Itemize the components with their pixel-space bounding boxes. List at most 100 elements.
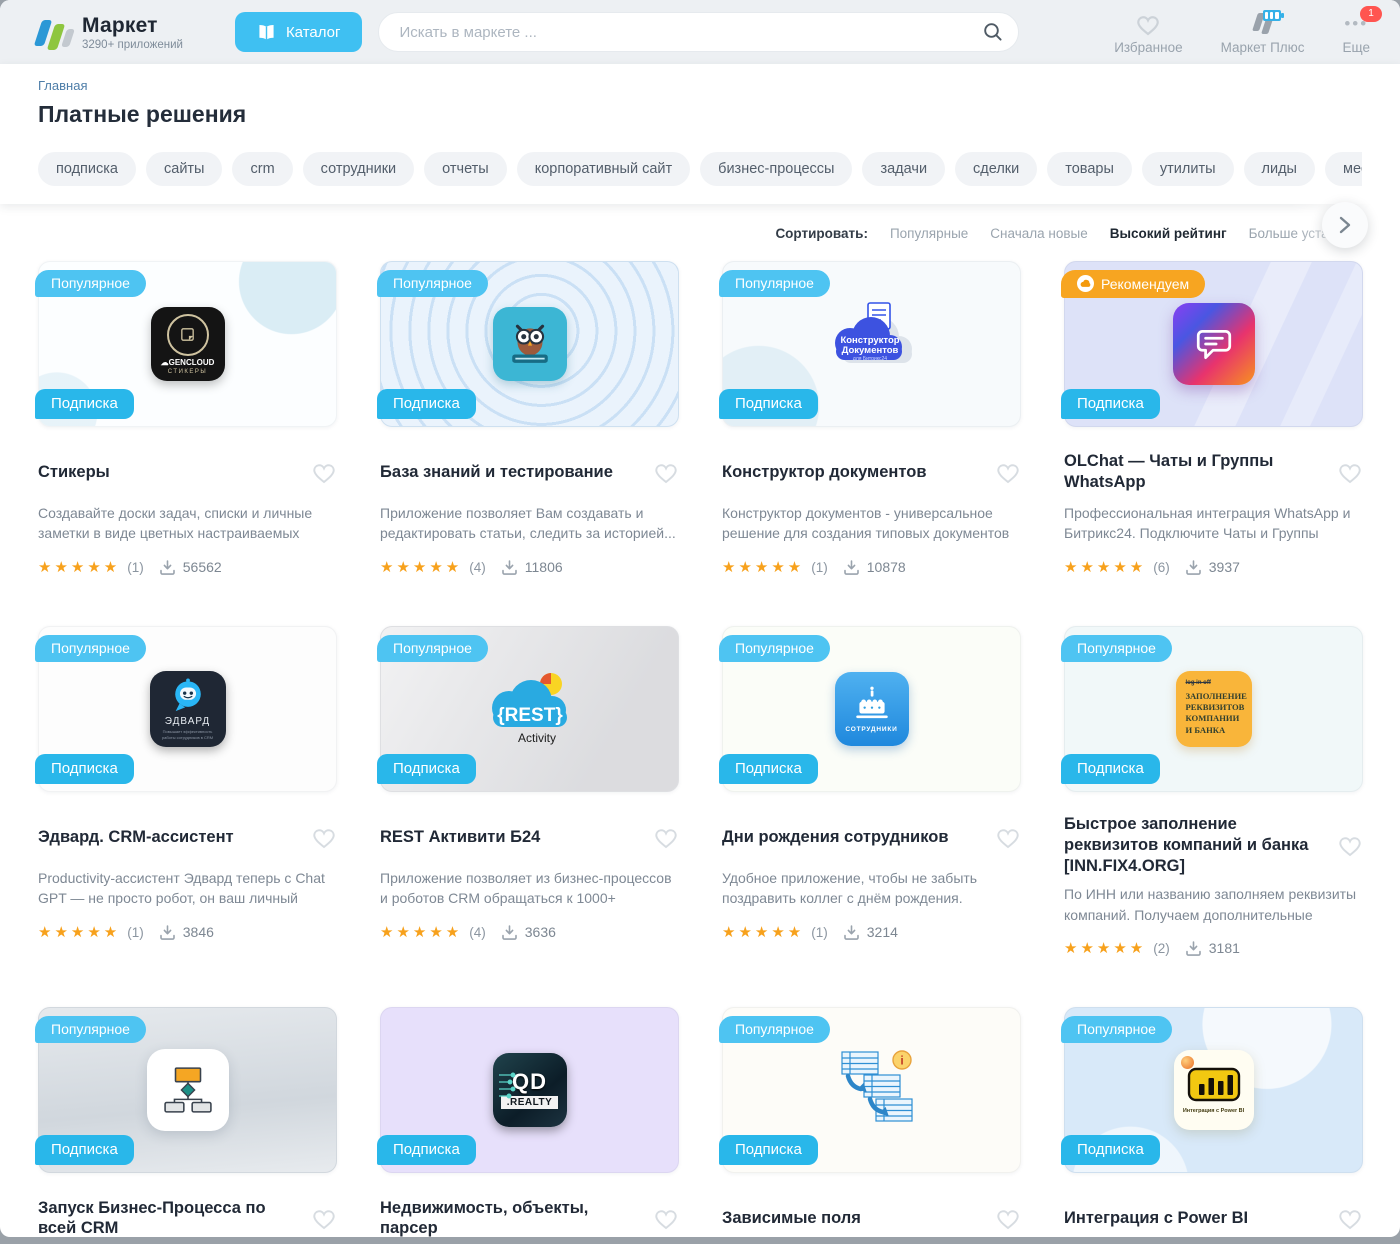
favorite-button[interactable]	[995, 824, 1021, 850]
heart-icon	[995, 460, 1021, 484]
notification-badge: 1	[1360, 6, 1382, 22]
promo-badge-label: Популярное	[735, 1021, 814, 1037]
favorite-button[interactable]	[653, 1205, 679, 1231]
breadcrumb[interactable]: Главная	[38, 78, 1362, 93]
header-nav-more[interactable]: •••Еще1	[1343, 10, 1370, 55]
app-description: Создавайте доски задач, списки и личные …	[38, 503, 337, 544]
popular-badge: Популярное	[35, 1016, 146, 1043]
search-input[interactable]	[378, 12, 1019, 52]
app-card[interactable]: QD.REALTY Подписка Недвижимость, объекты…	[380, 1007, 679, 1237]
filter-chip[interactable]: задачи	[862, 152, 945, 186]
favorite-button[interactable]	[653, 824, 679, 850]
search-icon[interactable]	[983, 22, 1003, 47]
filters-scroll-next-button[interactable]	[1322, 202, 1368, 248]
favorite-button[interactable]	[653, 459, 679, 485]
filter-chip[interactable]: лиды	[1244, 152, 1315, 186]
rating-count: (6)	[1153, 560, 1170, 575]
recommended-badge: Рекомендуем	[1061, 270, 1205, 298]
app-cover: КонструкторДокументовдля Битрикс24 Попул…	[722, 261, 1021, 427]
app-title: Быстрое заполнение реквизитов компаний и…	[1064, 814, 1329, 876]
installs-count: 56562	[183, 559, 222, 575]
popular-badge: Популярное	[377, 635, 488, 662]
filter-chip[interactable]: товары	[1047, 152, 1132, 186]
filter-chip[interactable]: отчеты	[424, 152, 507, 186]
heart-icon	[1337, 1206, 1363, 1230]
app-title: Стикеры	[38, 462, 110, 483]
favorite-button[interactable]	[311, 1205, 337, 1231]
installs-count: 3636	[525, 924, 556, 940]
app-card[interactable]: log in offЗАПОЛНЕНИЕРЕКВИЗИТОВКОМПАНИИИ …	[1064, 626, 1363, 957]
svg-text:Activity: Activity	[517, 731, 555, 745]
installs-count: 3937	[1209, 559, 1240, 575]
app-rating: ★★★★★ (1) 3214	[722, 923, 1021, 941]
sort-option[interactable]: Популярные	[890, 226, 968, 241]
filter-chip[interactable]: корпоративный сайт	[517, 152, 690, 186]
filter-chip[interactable]: сделки	[955, 152, 1037, 186]
favorite-button[interactable]	[995, 459, 1021, 485]
popular-badge: Популярное	[1061, 1016, 1172, 1043]
heart-icon	[995, 825, 1021, 849]
app-card[interactable]: Популярное Подписка База знаний и тестир…	[380, 261, 679, 576]
app-rating: ★★★★★ (4) 11806	[380, 558, 679, 576]
sort-options: ПопулярныеСначала новыеВысокий рейтингБо…	[890, 226, 1364, 241]
app-description: Профессиональная интеграция WhatsApp и Б…	[1064, 503, 1363, 544]
app-title: База знаний и тестирование	[380, 462, 613, 483]
favorite-button[interactable]	[311, 824, 337, 850]
app-card[interactable]: Интеграция с Power BI Популярное Подписк…	[1064, 1007, 1363, 1237]
installs-icon	[1185, 941, 1202, 956]
filter-chip[interactable]: подписка	[38, 152, 136, 186]
app-title: Конструктор документов	[722, 462, 926, 483]
promo-badge-label: Популярное	[1077, 640, 1156, 656]
popular-badge: Популярное	[35, 635, 146, 662]
crown-icon	[1077, 275, 1094, 292]
subscription-badge: Подписка	[377, 389, 476, 419]
catalog-button[interactable]: Каталог	[235, 12, 363, 52]
installs-count: 3214	[867, 924, 898, 940]
sort-option[interactable]: Сначала новые	[990, 226, 1087, 241]
rating-stars: ★★★★★	[380, 558, 462, 576]
favorite-button[interactable]	[1337, 1205, 1363, 1231]
filter-chip[interactable]: crm	[232, 152, 292, 186]
subscription-badge: Подписка	[377, 754, 476, 784]
subscription-badge: Подписка	[35, 754, 134, 784]
heart-icon	[311, 825, 337, 849]
app-rating: ★★★★★ (4) 3636	[380, 923, 679, 941]
heart-icon	[1337, 833, 1363, 857]
app-card[interactable]: СОТРУДНИКИ Популярное Подписка Дни рожде…	[722, 626, 1021, 957]
rating-count: (2)	[1153, 941, 1170, 956]
rating-stars: ★★★★★	[722, 923, 804, 941]
installs-icon	[159, 560, 176, 575]
app-card[interactable]: Рекомендуем Подписка OLChat — Чаты и Гру…	[1064, 261, 1363, 576]
header-nav-market-plus[interactable]: Маркет Плюс	[1221, 10, 1305, 55]
sort-option[interactable]: Высокий рейтинг	[1110, 226, 1227, 241]
filter-chip[interactable]: сайты	[146, 152, 222, 186]
favorite-button[interactable]	[1337, 459, 1363, 485]
app-card[interactable]: ЭДВАРДПовышает эффективностьработы сотру…	[38, 626, 337, 957]
filter-chip[interactable]: сотрудники	[303, 152, 414, 186]
app-card[interactable]: Популярное Подписка Запуск Бизнес-Процес…	[38, 1007, 337, 1237]
heart-icon	[653, 825, 679, 849]
market-logo[interactable]: Маркет 3290+ приложений	[38, 14, 183, 51]
filter-chip[interactable]: бизнес-процессы	[700, 152, 852, 186]
app-title: Маркет	[82, 14, 183, 38]
app-card[interactable]: i Популярное Подписка Зависимые поля При…	[722, 1007, 1021, 1237]
favorite-button[interactable]	[311, 459, 337, 485]
app-card[interactable]: {REST}Activity Популярное Подписка REST …	[380, 626, 679, 957]
popular-badge: Популярное	[377, 270, 488, 297]
subscription-badge: Подписка	[719, 389, 818, 419]
app-description: Productivity-ассистент Эдвард теперь с C…	[38, 868, 337, 909]
favorite-button[interactable]	[1337, 832, 1363, 858]
filter-chip[interactable]: мессенджеры	[1325, 152, 1362, 186]
market-page: Маркет 3290+ приложений Каталог Избранно…	[0, 0, 1400, 1237]
header-nav-favorites[interactable]: Избранное	[1114, 10, 1182, 55]
app-cover: Популярное Подписка	[38, 1007, 337, 1173]
installs-count: 3846	[183, 924, 214, 940]
favorite-button[interactable]	[995, 1205, 1021, 1231]
app-description: Конструктор документов - универсальное р…	[722, 503, 1021, 544]
subscription-badge: Подписка	[35, 389, 134, 419]
app-cover: Интеграция с Power BI Популярное Подписк…	[1064, 1007, 1363, 1173]
promo-badge-label: Популярное	[1077, 1021, 1156, 1037]
app-card[interactable]: ☁GENCLOUDСТИКЕРЫ Популярное Подписка Сти…	[38, 261, 337, 576]
filter-chip[interactable]: утилиты	[1142, 152, 1234, 186]
app-card[interactable]: КонструкторДокументовдля Битрикс24 Попул…	[722, 261, 1021, 576]
